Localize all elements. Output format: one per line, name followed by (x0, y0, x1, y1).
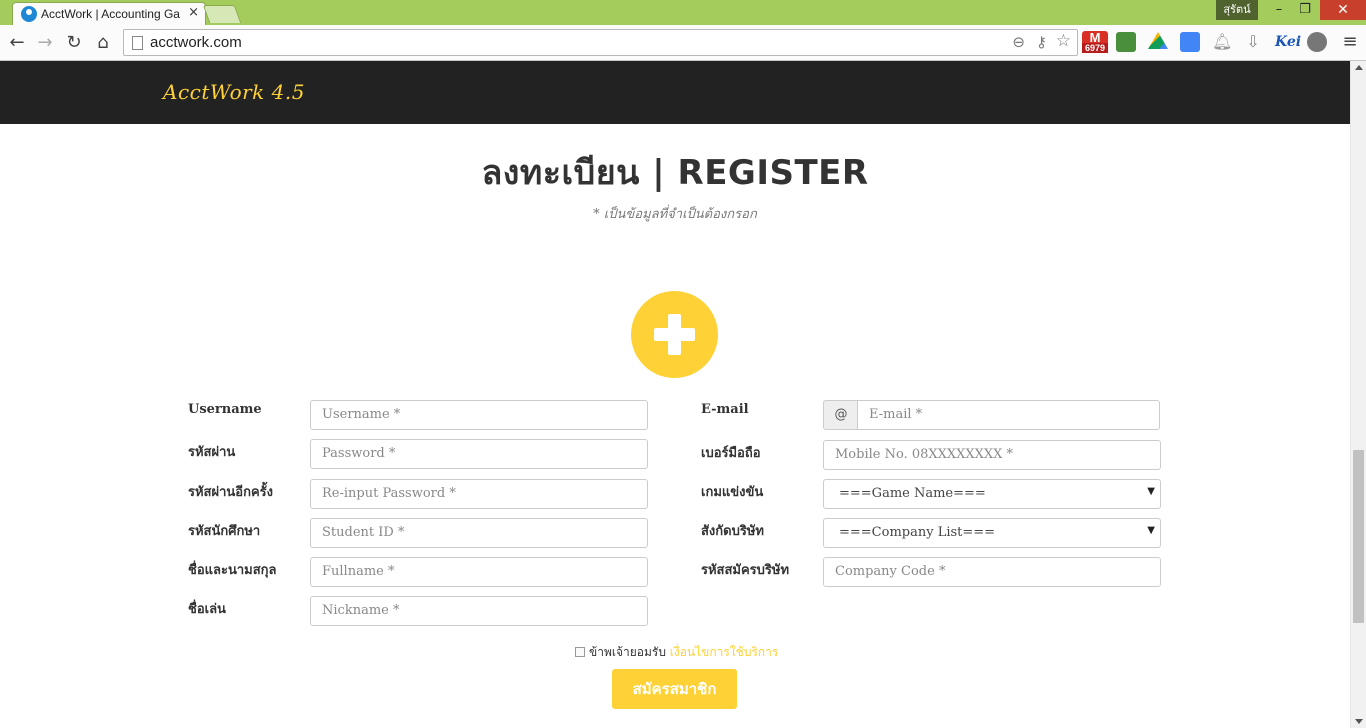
kei-icon[interactable]: Kei (1275, 32, 1301, 52)
url-text[interactable]: acctwork.com (150, 34, 242, 51)
close-tab-icon[interactable]: × (188, 5, 199, 20)
close-window-icon[interactable]: ✕ (1320, 0, 1366, 20)
company-code-input[interactable]: Company Code * (823, 557, 1161, 587)
plus-circle-icon (631, 291, 718, 378)
forward-icon[interactable]: → (34, 32, 56, 54)
save-icon[interactable] (1116, 32, 1136, 52)
terms-row: ข้าพเจ้ายอมรับ เงื่อนไขการใช้บริการ (575, 643, 778, 662)
maximize-icon[interactable]: ❐ (1292, 0, 1318, 20)
browser-toolbar: ← → ↻ ⌂ acctwork.com ⊖ ⚷ ☆ M 6979 🔔︎ ⇩ K… (0, 25, 1366, 61)
home-icon[interactable]: ⌂ (92, 32, 114, 54)
site-brand-logo[interactable]: AcctWork 4.5 (163, 80, 305, 104)
email-input[interactable]: E-mail * (857, 400, 1160, 430)
chevron-down-icon: ▼ (1147, 486, 1155, 497)
mobile-input[interactable]: Mobile No. 08XXXXXXXX * (823, 440, 1161, 470)
mobile-label: เบอร์มือถือ (701, 446, 761, 461)
drive-icon[interactable] (1148, 32, 1168, 49)
star-icon[interactable]: ☆ (1056, 31, 1071, 51)
repassword-label: รหัสผ่านอีกครั้ง (188, 485, 273, 500)
fullname-input[interactable]: Fullname * (310, 557, 648, 587)
page-viewport: AcctWork 4.5 ลงทะเบียน | REGISTER * เป็น… (0, 61, 1350, 728)
profile-badge[interactable]: สุรัตน์ (1216, 0, 1258, 20)
register-button[interactable]: สมัครสมาชิก (612, 669, 737, 709)
scrollbar[interactable] (1350, 61, 1366, 728)
page-title: ลงทะเบียน | REGISTER (481, 153, 869, 193)
terms-text: ข้าพเจ้ายอมรับ (589, 645, 666, 659)
fullname-label: ชื่อและนามสกุล (188, 563, 277, 578)
menu-icon[interactable]: ≡ (1340, 31, 1360, 53)
email-label: E-mail (701, 402, 749, 417)
company-label: สังกัดบริษัท (701, 524, 764, 539)
student-id-label: รหัสนักศึกษา (188, 524, 261, 539)
student-id-input[interactable]: Student ID * (310, 518, 648, 548)
company-select[interactable]: ===Company List=== ▼ (823, 518, 1161, 548)
back-icon[interactable]: ← (6, 32, 28, 54)
zoom-icon[interactable]: ⊖ (1012, 33, 1025, 51)
scroll-up-icon[interactable] (1355, 65, 1363, 70)
terms-checkbox[interactable] (575, 647, 585, 657)
game-select[interactable]: ===Game Name=== ▼ (823, 479, 1161, 509)
page-icon (132, 36, 143, 50)
username-input[interactable]: Username * (310, 400, 648, 430)
new-tab-button[interactable] (202, 5, 242, 23)
password-input[interactable]: Password * (310, 439, 648, 469)
nickname-input[interactable]: Nickname * (310, 596, 648, 626)
password-label: รหัสผ่าน (188, 445, 236, 460)
address-bar[interactable]: acctwork.com ⊖ ⚷ ☆ (123, 29, 1078, 56)
browser-tab[interactable]: AcctWork | Accounting Ga × (12, 2, 206, 25)
browser-titlebar: AcctWork | Accounting Ga × สุรัตน์ – ❐ ✕ (0, 0, 1366, 25)
gmail-count-badge: 6979 (1082, 43, 1108, 53)
site-navbar: AcctWork 4.5 (0, 61, 1350, 124)
company-code-label: รหัสสมัครบริษัท (701, 563, 790, 578)
film-icon[interactable] (1307, 32, 1327, 52)
repassword-input[interactable]: Re-input Password * (310, 479, 648, 509)
scroll-down-icon[interactable] (1355, 719, 1363, 724)
key-icon[interactable]: ⚷ (1036, 33, 1047, 51)
translate-icon[interactable] (1180, 32, 1200, 52)
chevron-down-icon: ▼ (1147, 525, 1155, 536)
page-subtitle: * เป็นข้อมูลที่จำเป็นต้องกรอก (593, 207, 757, 222)
bell-icon[interactable]: 🔔︎ (1212, 32, 1232, 52)
download-icon[interactable]: ⇩ (1243, 32, 1263, 52)
minimize-icon[interactable]: – (1266, 0, 1292, 20)
game-label: เกมแข่งขัน (701, 485, 764, 500)
nickname-label: ชื่อเล่น (188, 602, 226, 617)
gmail-icon[interactable]: M 6979 (1082, 30, 1108, 53)
tab-title: AcctWork | Accounting Ga (41, 7, 180, 21)
terms-link[interactable]: เงื่อนไขการใช้บริการ (670, 645, 779, 659)
scroll-thumb[interactable] (1353, 450, 1364, 623)
site-favicon-icon (21, 6, 37, 22)
email-at-addon: @ (823, 400, 858, 430)
username-label: Username (188, 402, 262, 417)
reload-icon[interactable]: ↻ (63, 32, 85, 54)
